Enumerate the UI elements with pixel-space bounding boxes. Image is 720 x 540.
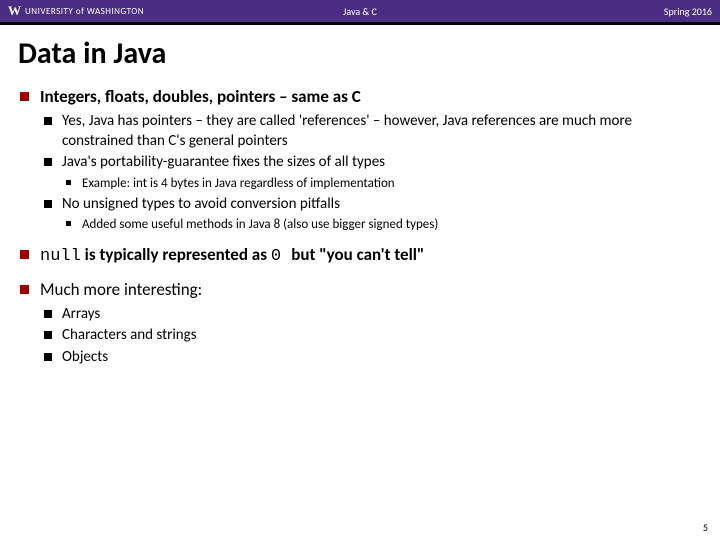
list-item: Objects <box>40 348 702 368</box>
list-item: Arrays <box>40 305 702 325</box>
list-item: null is typically represented as 0 but "… <box>18 244 702 268</box>
list-item: Example: int is 4 bytes in Java regardle… <box>62 175 702 193</box>
logo-w-icon: W <box>8 3 21 19</box>
course-label: Java & C <box>343 5 377 18</box>
list-item: Integers, floats, doubles, pointers – sa… <box>18 86 702 234</box>
list-item: Yes, Java has pointers – they are called… <box>40 112 702 151</box>
page-number: 5 <box>703 521 708 534</box>
list-item: No unsigned types to avoid conversion pi… <box>40 195 702 235</box>
uw-logo: W UNIVERSITY of WASHINGTON <box>8 3 144 19</box>
bullet-head: Integers, floats, doubles, pointers – sa… <box>40 86 361 107</box>
header-bar: W UNIVERSITY of WASHINGTON Java & C Spri… <box>0 0 720 22</box>
term-label: Spring 2016 <box>664 5 712 18</box>
list-item: Characters and strings <box>40 326 702 346</box>
slide-body: Data in Java Integers, floats, doubles, … <box>0 25 720 367</box>
logo-text: UNIVERSITY of WASHINGTON <box>25 6 144 17</box>
list-item: Java's portability-guarantee fixes the s… <box>40 153 702 193</box>
bullet-list: Integers, floats, doubles, pointers – sa… <box>18 86 702 367</box>
code-null: null <box>40 247 81 266</box>
list-item: Much more interesting: Arrays Characters… <box>18 279 702 368</box>
page-title: Data in Java <box>18 35 702 72</box>
list-item: Added some useful methods in Java 8 (als… <box>62 216 702 234</box>
code-zero: 0 <box>271 247 291 266</box>
